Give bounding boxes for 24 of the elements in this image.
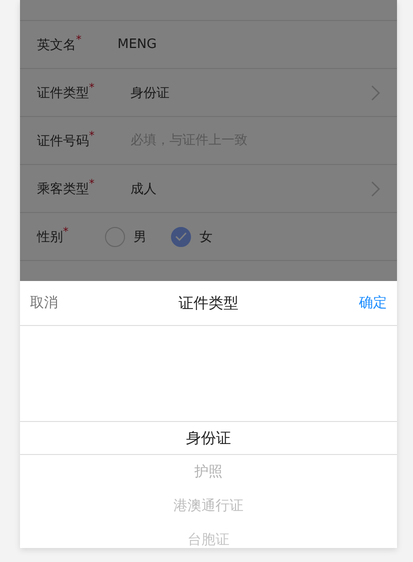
radio-label: 女 xyxy=(200,228,212,246)
required-mark: * xyxy=(89,129,96,142)
chevron-right-icon xyxy=(371,84,380,100)
field-label: 性别 xyxy=(37,228,63,246)
field-label: 证件号码 xyxy=(37,132,89,150)
field-label: 英文名 xyxy=(37,36,76,54)
picker-title: 证件类型 xyxy=(178,294,238,312)
radio-button[interactable] xyxy=(104,226,124,246)
required-mark: * xyxy=(63,225,70,238)
cancel-button[interactable]: 取消 xyxy=(30,290,58,316)
picker-option[interactable]: 身份证 xyxy=(186,421,231,455)
field-label: 乘客类型 xyxy=(37,180,89,198)
field-value[interactable]: MENG xyxy=(118,37,157,52)
select-value[interactable]: 身份证 xyxy=(130,84,170,102)
select-value[interactable]: 成人 xyxy=(130,180,156,198)
radio-label: 男 xyxy=(134,228,146,246)
field-label: 证件类型 xyxy=(37,84,89,102)
radio-button[interactable] xyxy=(170,226,190,246)
chevron-right-icon xyxy=(371,180,380,196)
check-icon xyxy=(174,232,186,241)
required-mark: * xyxy=(89,81,96,94)
required-mark: * xyxy=(76,33,82,46)
confirm-button[interactable]: 确定 xyxy=(359,290,387,316)
required-mark: * xyxy=(89,177,96,190)
